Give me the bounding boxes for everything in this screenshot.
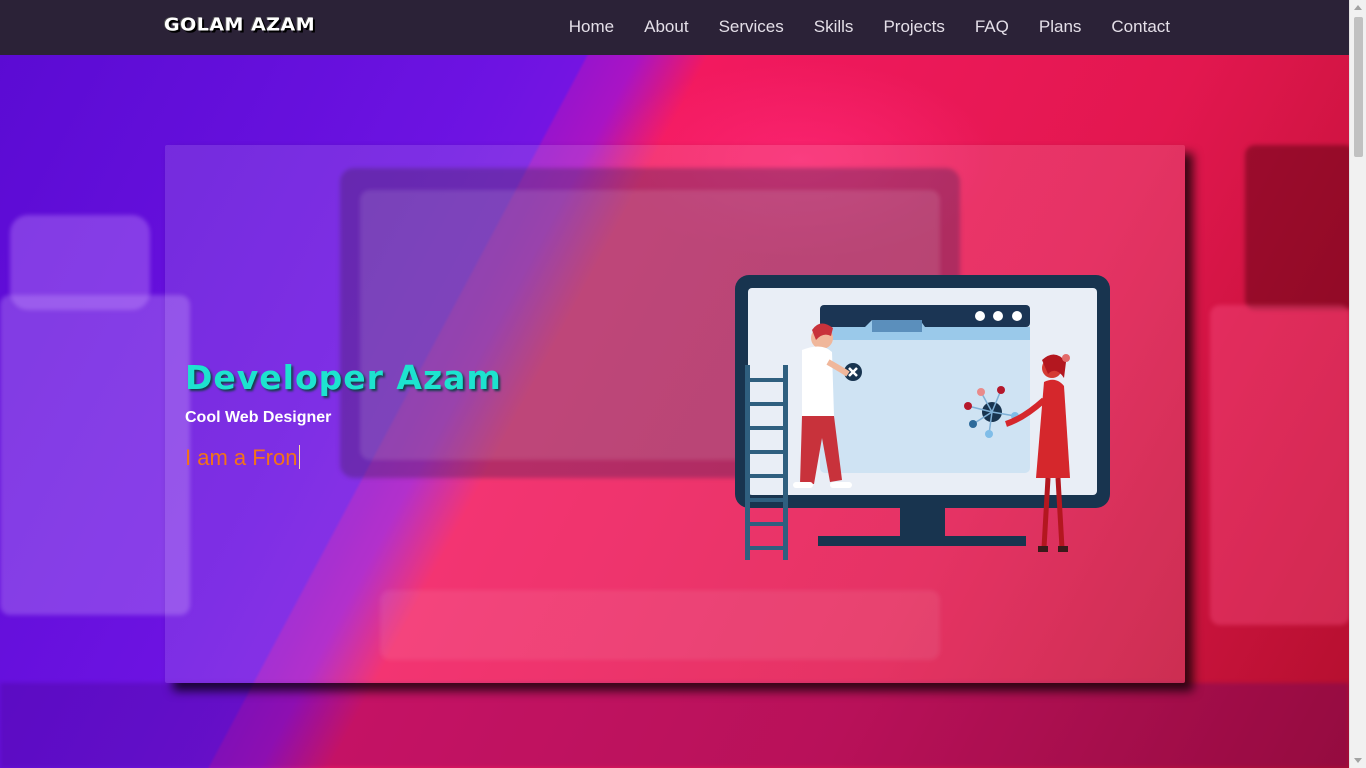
nav-link-services[interactable]: Services <box>719 17 784 37</box>
top-navbar: GOLAM AZAM Home About Services Skills Pr… <box>0 0 1349 55</box>
hero-card: Developer Azam Cool Web Designer I am a … <box>165 145 1185 683</box>
typed-text-value: I am a Fron <box>185 445 298 470</box>
background-speaker <box>1245 145 1349 310</box>
background-box-right <box>1210 305 1349 625</box>
nav-link-skills[interactable]: Skills <box>814 17 854 37</box>
nav-link-faq[interactable]: FAQ <box>975 17 1009 37</box>
scroll-thumb[interactable] <box>1354 17 1363 157</box>
scroll-down-icon[interactable] <box>1354 758 1362 763</box>
nav-link-home[interactable]: Home <box>569 17 614 37</box>
scroll-up-icon[interactable] <box>1354 5 1362 10</box>
nav-links: Home About Services Skills Projects FAQ … <box>569 17 1170 37</box>
hero-subtitle: Cool Web Designer <box>185 409 332 426</box>
nav-link-plans[interactable]: Plans <box>1039 17 1082 37</box>
screen-illustration-icon <box>735 275 1110 560</box>
hero-title: Developer Azam <box>185 358 502 397</box>
hero-typed-text: I am a Fron <box>185 445 301 471</box>
page-scrollbar[interactable] <box>1349 0 1366 768</box>
nav-link-projects[interactable]: Projects <box>883 17 944 37</box>
brand-logo[interactable]: GOLAM AZAM <box>164 15 315 36</box>
nav-link-contact[interactable]: Contact <box>1111 17 1170 37</box>
background-box-left <box>0 295 190 615</box>
typing-caret <box>299 445 301 469</box>
background-desk <box>0 683 1349 768</box>
nav-link-about[interactable]: About <box>644 17 688 37</box>
